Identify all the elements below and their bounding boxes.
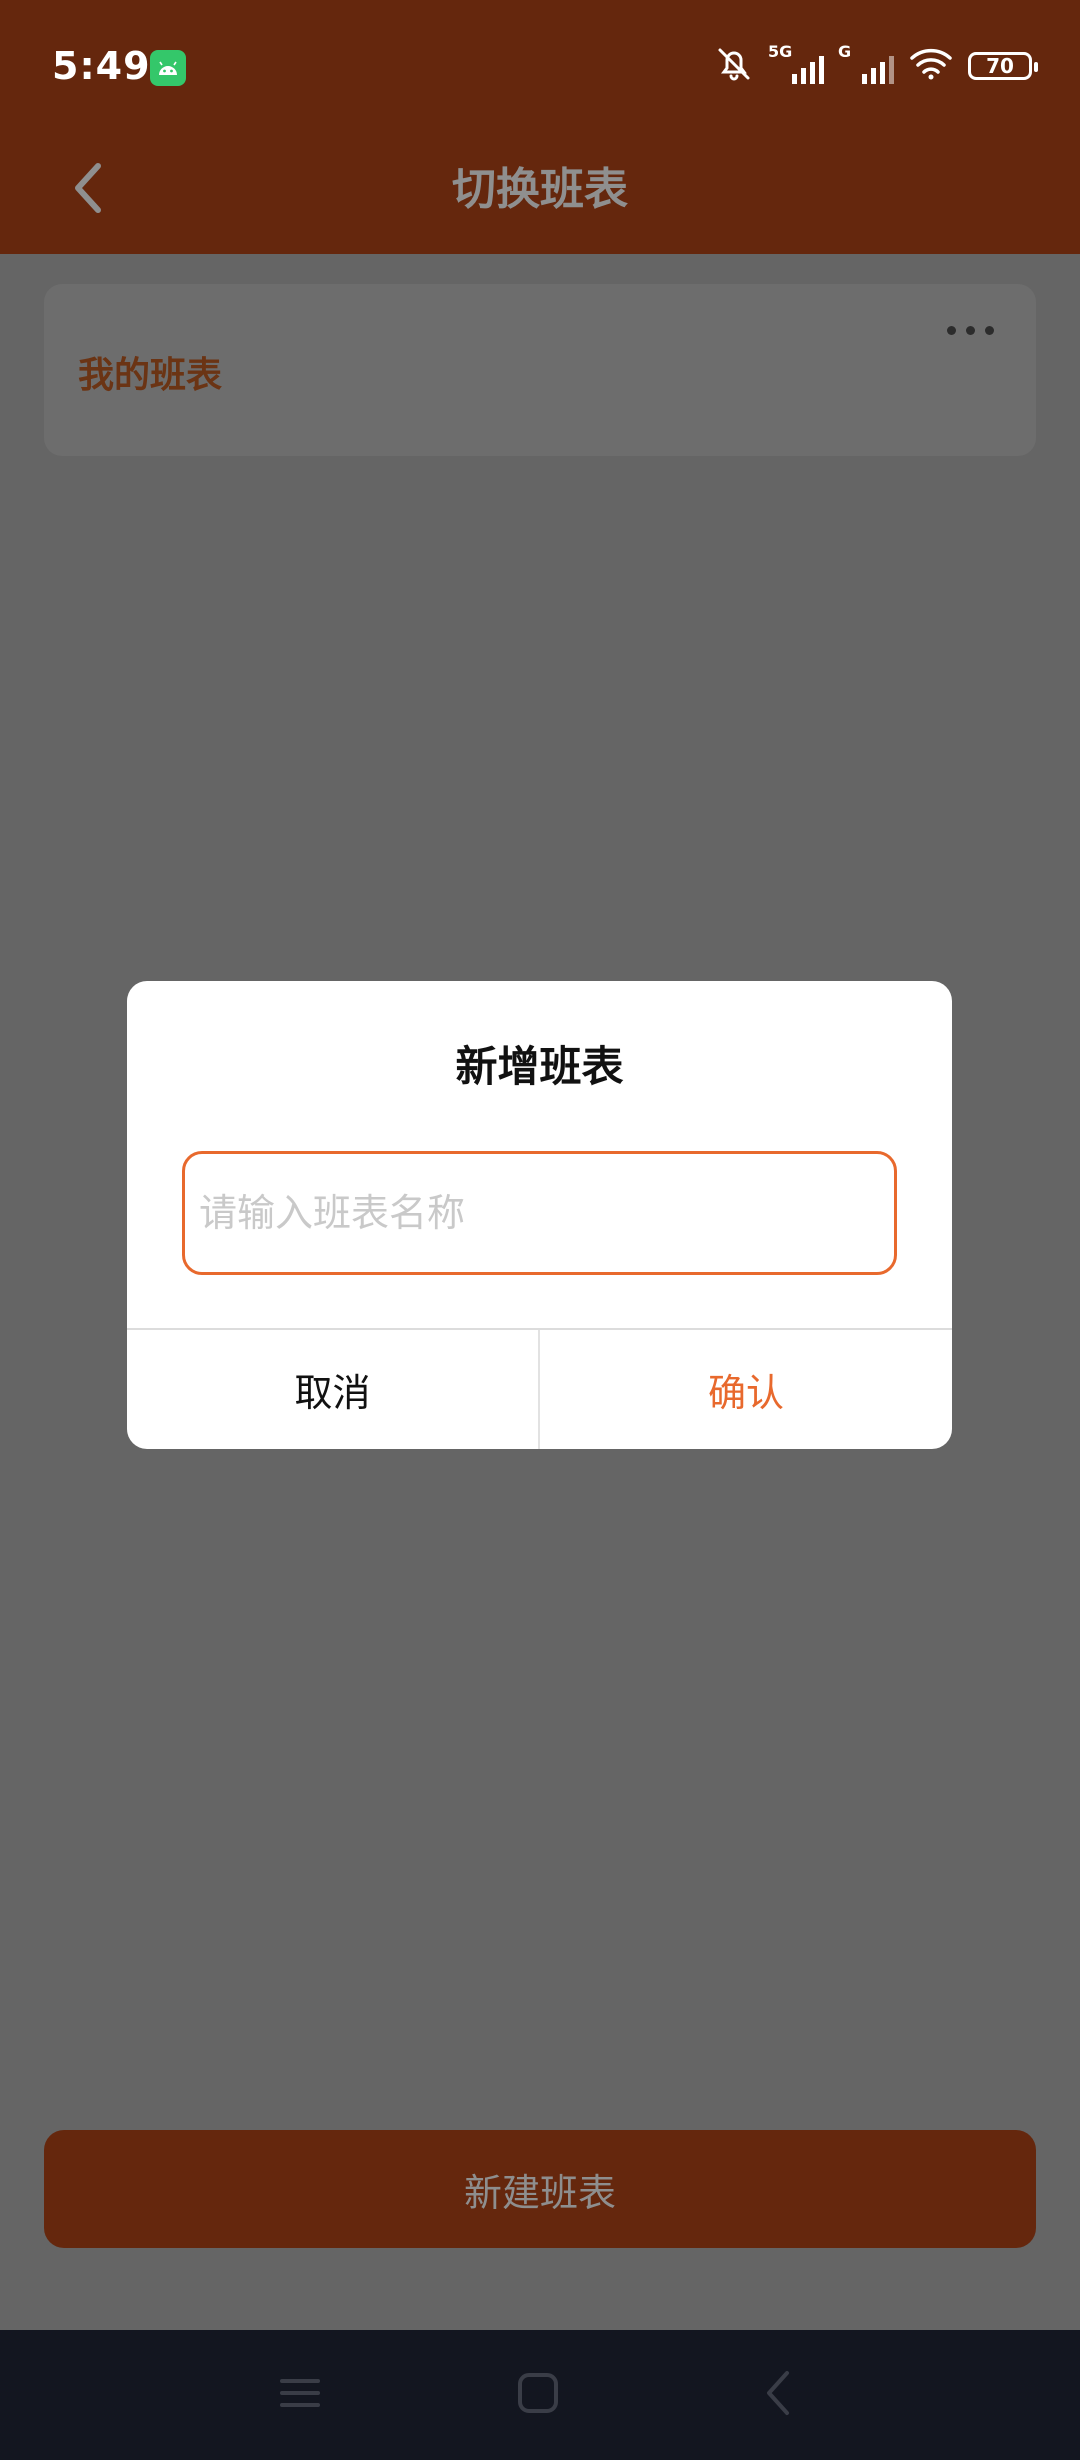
page-title: 切换班表	[452, 164, 628, 215]
battery-level: 70	[986, 54, 1014, 78]
app-header: 切换班表	[0, 130, 1080, 254]
network-label-5g: 5G	[768, 42, 793, 61]
wifi-icon	[908, 46, 954, 86]
schedule-card[interactable]: 我的班表	[44, 284, 1036, 456]
schedule-card-title: 我的班表	[78, 355, 223, 396]
screen: 5:49 5G G 70 切换班表 我的班表 新建班表 新增班表 请输入班表名称…	[0, 0, 1080, 2460]
network-label-g: G	[838, 42, 852, 61]
bell-muted-icon	[714, 44, 754, 88]
home-square-icon	[516, 2371, 560, 2419]
status-icons: 5G G 70	[714, 42, 1038, 88]
more-horizontal-icon	[946, 325, 956, 335]
confirm-button[interactable]: 确认	[540, 1330, 952, 1449]
android-app-icon	[150, 50, 186, 86]
back-chevron-icon	[763, 2369, 793, 2421]
system-nav-bar	[0, 2330, 1080, 2460]
dialog-title: 新增班表	[455, 1042, 624, 1091]
signal-5g-icon: 5G	[768, 42, 824, 84]
battery-icon: 70	[968, 52, 1038, 80]
new-schedule-button[interactable]: 新建班表	[44, 2130, 1036, 2248]
status-bar: 5:49 5G G 70	[0, 0, 1080, 130]
recent-apps-button[interactable]	[270, 2365, 330, 2425]
status-time: 5:49	[52, 44, 151, 88]
add-schedule-dialog: 新增班表 取消 确认	[127, 981, 952, 1449]
cancel-button[interactable]: 取消	[127, 1330, 538, 1449]
signal-g-icon: G	[838, 42, 894, 84]
more-options-button[interactable]	[940, 310, 1000, 350]
nav-back-button[interactable]	[748, 2365, 808, 2425]
home-button[interactable]	[508, 2365, 568, 2425]
menu-icon	[278, 2373, 322, 2417]
schedule-name-input[interactable]	[182, 1151, 897, 1275]
